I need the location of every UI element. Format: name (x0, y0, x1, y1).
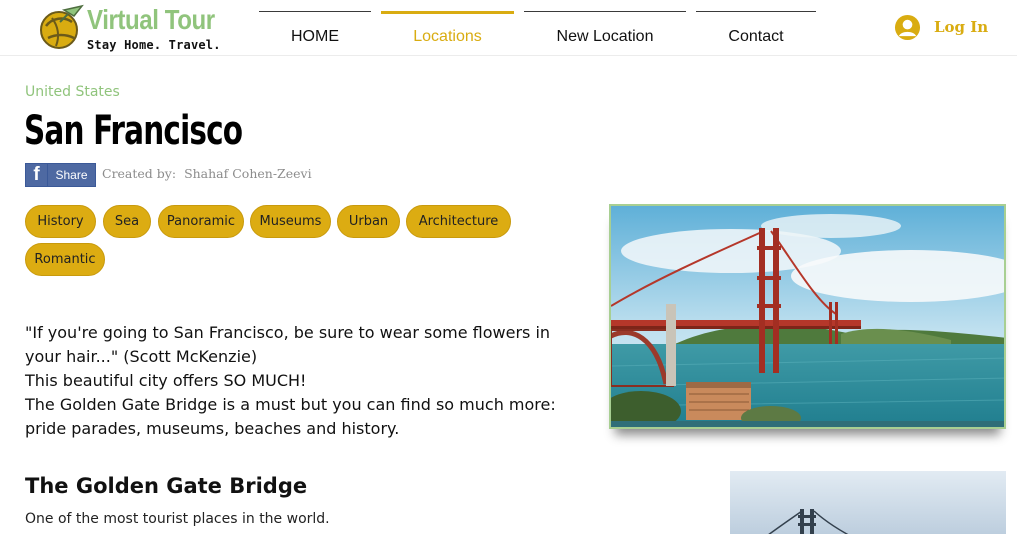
nav-locations[interactable]: Locations (381, 11, 514, 56)
tag-panoramic[interactable]: Panoramic (158, 205, 244, 238)
author-name: Shahaf Cohen-Zeevi (184, 166, 312, 181)
tag-museums[interactable]: Museums (250, 205, 331, 238)
golden-gate-photo (609, 204, 1006, 429)
bridge-illustration (730, 471, 1006, 534)
golden-gate-illustration (611, 206, 1004, 427)
facebook-share-button[interactable]: f Share (25, 163, 96, 187)
login-label: Log In (934, 18, 989, 36)
brand-tagline: Stay Home. Travel. (87, 38, 221, 52)
facebook-icon: f (26, 164, 48, 186)
created-by-label: Created by: (102, 166, 177, 181)
logo[interactable]: Virtual Tour Stay Home. Travel. (38, 4, 228, 54)
tag-history[interactable]: History (25, 205, 96, 238)
site-header: Virtual Tour Stay Home. Travel. HOME Loc… (0, 0, 1017, 56)
bay-bridge-photo (730, 471, 1006, 534)
description-line: your hair..." (Scott McKenzie) (25, 347, 258, 366)
nav-contact[interactable]: Contact (696, 11, 816, 56)
brand-title: Virtual Tour (87, 4, 215, 35)
country-label[interactable]: United States (25, 84, 120, 100)
user-avatar-icon (894, 14, 921, 40)
description-line: "If you're going to San Francisco, be su… (25, 323, 551, 342)
tag-urban[interactable]: Urban (337, 205, 400, 238)
page-title: San Francisco (24, 108, 243, 154)
location-description: "If you're going to San Francisco, be su… (25, 321, 570, 441)
section-text: One of the most tourist places in the wo… (25, 511, 330, 527)
tag-architecture[interactable]: Architecture (406, 205, 511, 238)
created-by: Created by: Shahaf Cohen-Zeevi (102, 166, 312, 181)
login-button[interactable]: Log In (894, 12, 988, 42)
nav-new-location[interactable]: New Location (524, 11, 686, 56)
section-heading: The Golden Gate Bridge (25, 474, 308, 498)
share-label: Share (55, 168, 88, 182)
tag-sea[interactable]: Sea (103, 205, 151, 238)
description-line: This beautiful city offers SO MUCH! (25, 371, 307, 390)
tag-romantic[interactable]: Romantic (25, 243, 105, 276)
description-line: pride parades, museums, beaches and hist… (25, 419, 400, 438)
globe-plane-logo-icon (40, 4, 84, 49)
nav-home[interactable]: HOME (259, 11, 371, 56)
description-line: The Golden Gate Bridge is a must but you… (25, 395, 556, 414)
